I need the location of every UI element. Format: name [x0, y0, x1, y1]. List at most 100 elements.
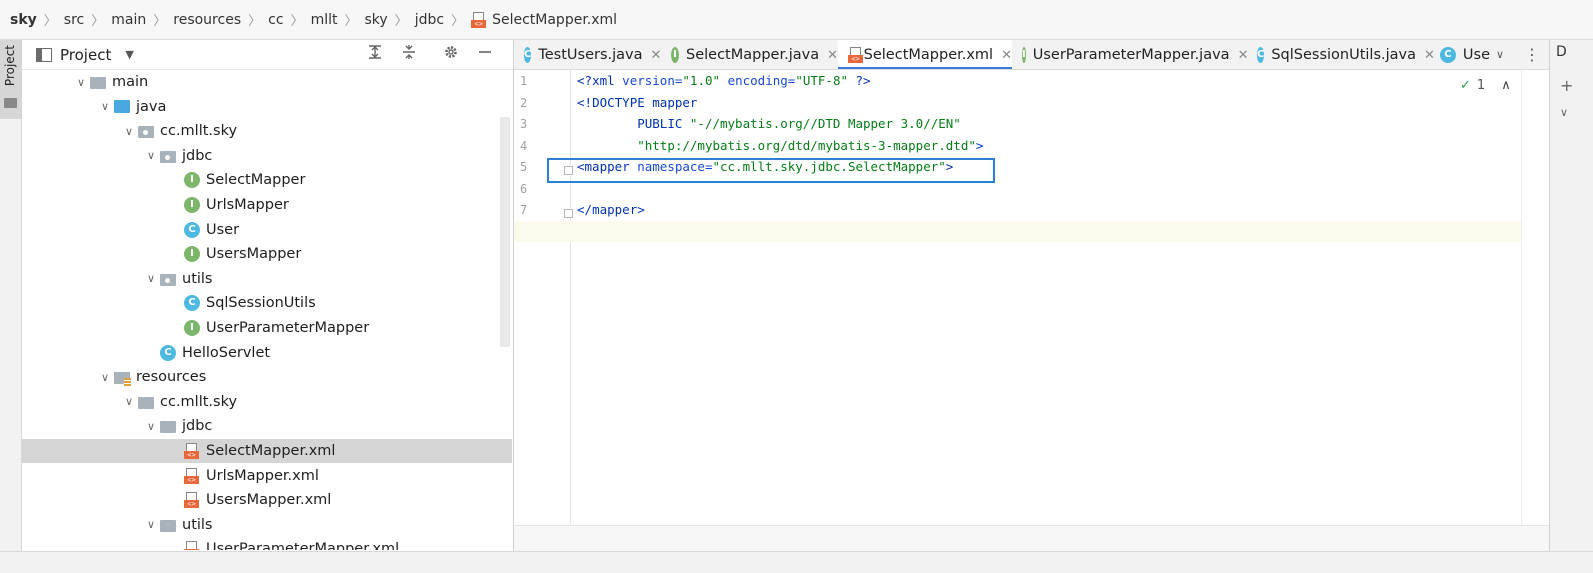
close-icon[interactable]: ✕ — [651, 48, 662, 63]
chevron-down-icon[interactable]: ∨ — [1490, 44, 1510, 66]
tree-item[interactable]: ∨ utils — [22, 267, 512, 291]
tree-scrollbar[interactable] — [500, 117, 510, 347]
code-line — [514, 220, 1549, 242]
tab-sqlsessionutils-java[interactable]: C SqlSessionUtils.java ✕ — [1247, 40, 1435, 69]
tab-selectmapper-xml[interactable]: <> SelectMapper.xml ✕ — [838, 40, 1012, 69]
interface-icon: I — [184, 246, 200, 263]
tree-item[interactable]: I UsersMapper — [22, 242, 512, 266]
minimize-icon[interactable] — [474, 44, 496, 66]
chevron-down-icon[interactable]: ∨ — [72, 76, 90, 89]
inspection-count: 1 — [1476, 78, 1486, 93]
tree-item[interactable]: C SqlSessionUtils — [22, 291, 512, 315]
tab-userparametermapper-java[interactable]: I UserParameterMapper.java ✕ — [1012, 40, 1249, 69]
tree-item[interactable]: <> UsersMapper.xml — [22, 488, 512, 512]
tree-item[interactable]: <> UrlsMapper.xml — [22, 464, 512, 488]
breadcrumb-item[interactable]: main — [111, 12, 146, 28]
tree-item[interactable]: ∨ jdbc — [22, 144, 512, 168]
tree-item-label: cc.mllt.sky — [160, 393, 238, 410]
right-tool-window-label[interactable]: D — [1556, 44, 1567, 60]
tree-item[interactable]: ∨ main — [22, 70, 512, 94]
tab-testusers-java[interactable]: C TestUsers.java ✕ — [514, 40, 662, 69]
code-editor[interactable]: <?xml version="1.0" encoding="UTF-8" ?> <… — [514, 70, 1549, 555]
tree-item[interactable]: ∨ resources — [22, 365, 512, 389]
tab-label: TestUsers.java — [538, 47, 643, 63]
tree-item-label: SelectMapper — [206, 172, 306, 189]
tree-item[interactable]: ∨ cc.mllt.sky — [22, 390, 512, 414]
annotation-highlight-box — [547, 158, 995, 183]
tree-item[interactable]: <> SelectMapper.xml — [22, 439, 512, 463]
code-line: "http://mybatis.org/dtd/mybatis-3-mapper… — [637, 137, 984, 153]
xml-file-icon: <> — [848, 47, 863, 63]
chevron-down-icon[interactable]: ∨ — [142, 518, 160, 531]
package-icon — [160, 150, 176, 163]
breadcrumb-item[interactable]: SelectMapper.xml — [492, 12, 617, 28]
breadcrumb-separator: 〉 — [290, 14, 304, 29]
tab-selectmapper-java[interactable]: I SelectMapper.java ✕ — [661, 40, 838, 69]
breadcrumb-item[interactable]: sky — [364, 12, 387, 28]
close-icon[interactable]: ✕ — [1001, 48, 1012, 63]
interface-icon: I — [1022, 47, 1026, 63]
tree-item[interactable]: C HelloServlet — [22, 341, 512, 365]
class-icon: C — [184, 221, 200, 238]
chevron-down-icon[interactable]: ∨ — [142, 420, 160, 433]
breadcrumb-item[interactable]: mllt — [311, 12, 338, 28]
folder-icon — [90, 77, 106, 89]
breadcrumb-item[interactable]: src — [64, 12, 84, 28]
class-icon: C — [184, 295, 200, 312]
folder-icon — [138, 396, 154, 409]
chevron-down-icon[interactable]: ▼ — [125, 48, 133, 61]
breadcrumb-item[interactable]: resources — [173, 12, 241, 28]
line-number: 7 — [520, 203, 528, 217]
previous-highlight-icon[interactable]: ∧ — [1501, 78, 1511, 93]
tree-item[interactable]: ∨ utils — [22, 513, 512, 537]
tab-label: SelectMapper.xml — [863, 47, 994, 63]
xml-file-icon: <> — [184, 467, 200, 484]
breadcrumb-separator: 〉 — [43, 14, 57, 29]
project-tool-window-tab[interactable]: Project — [0, 40, 22, 119]
breadcrumb-item[interactable]: sky — [10, 12, 37, 28]
chevron-down-icon[interactable]: ∨ — [142, 149, 160, 162]
source-folder-icon — [114, 100, 130, 114]
collapse-all-icon[interactable] — [398, 44, 420, 66]
tree-item-label: resources — [136, 369, 207, 386]
breadcrumb-item[interactable]: cc — [268, 12, 283, 28]
breadcrumb-separator: 〉 — [153, 14, 167, 29]
code-line: </mapper> — [577, 202, 645, 217]
tab-use[interactable]: C Use — [1430, 40, 1490, 69]
tree-item[interactable]: ∨ jdbc — [22, 414, 512, 438]
xml-file-icon: <> — [471, 11, 487, 28]
tree-item[interactable]: I UrlsMapper — [22, 193, 512, 217]
chevron-down-icon[interactable]: ∨ — [1560, 106, 1568, 119]
tree-item-label: utils — [182, 516, 213, 533]
breadcrumb-item[interactable]: jdbc — [415, 12, 444, 28]
chevron-down-icon[interactable]: ∨ — [96, 371, 114, 384]
interface-icon: I — [184, 172, 200, 189]
line-number: 6 — [520, 181, 528, 196]
project-panel-title[interactable]: Project — [60, 46, 111, 64]
xml-file-icon: <> — [184, 541, 200, 550]
tree-item-label: UsersMapper — [206, 246, 302, 263]
class-icon: C — [524, 47, 532, 63]
chevron-down-icon[interactable]: ∨ — [120, 395, 138, 408]
tree-item[interactable]: ∨ java — [22, 95, 512, 119]
more-options-icon[interactable]: ⋮ — [1522, 44, 1542, 66]
line-number: 2 — [520, 95, 528, 110]
editor-vertical-scrollbar[interactable] — [1521, 70, 1549, 555]
tree-item[interactable]: C User — [22, 218, 512, 242]
chevron-down-icon[interactable]: ∨ — [142, 272, 160, 285]
tree-item[interactable]: I UserParameterMapper — [22, 316, 512, 340]
editor-horizontal-scrollbar[interactable] — [514, 525, 1549, 551]
tree-item[interactable]: I SelectMapper — [22, 168, 512, 192]
close-icon[interactable]: ✕ — [827, 48, 838, 63]
chevron-down-icon[interactable]: ∨ — [120, 125, 138, 138]
tree-item[interactable]: <> UserParameterMapper.xml — [22, 537, 512, 550]
expand-all-icon[interactable] — [364, 44, 386, 66]
tree-item-label: UserParameterMapper — [206, 320, 370, 336]
tree-item[interactable]: ∨ cc.mllt.sky — [22, 119, 512, 143]
close-icon[interactable]: ✕ — [1424, 48, 1435, 63]
close-icon[interactable]: ✕ — [1238, 48, 1249, 63]
chevron-down-icon[interactable]: ∨ — [96, 100, 114, 113]
tree-item-label: java — [136, 98, 167, 115]
gear-icon[interactable] — [440, 44, 462, 66]
add-icon[interactable]: + — [1560, 76, 1573, 95]
